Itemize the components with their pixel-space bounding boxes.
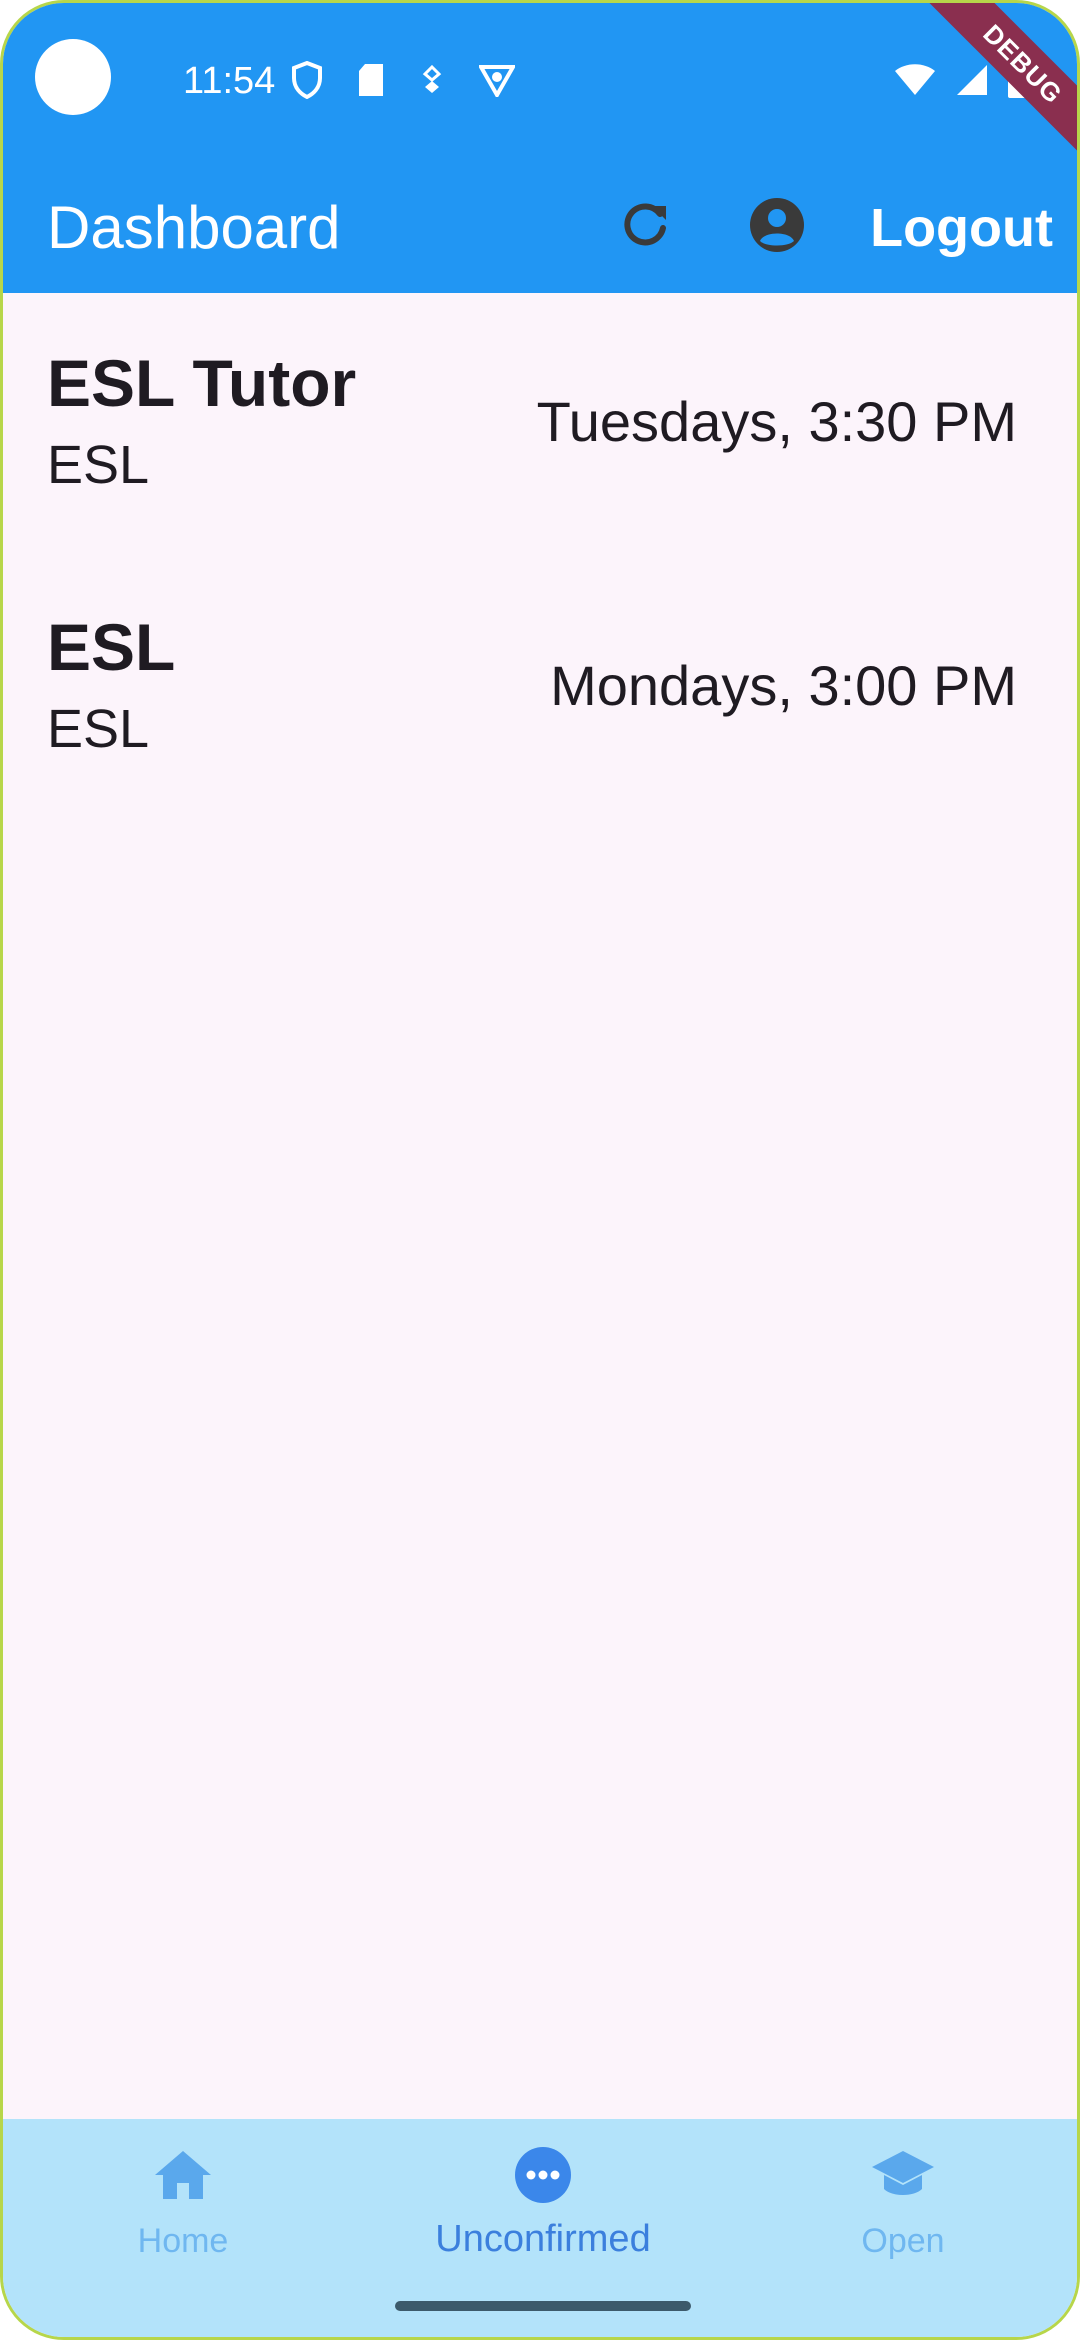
refresh-icon (618, 198, 672, 257)
heart-notification-icon (419, 64, 445, 101)
list-item[interactable]: ESL Tutor ESL Tuesdays, 3:30 PM (3, 293, 1077, 557)
account-button[interactable] (737, 187, 817, 267)
session-title: ESL (47, 610, 176, 684)
session-list: ESL Tutor ESL Tuesdays, 3:30 PM ESL ESL … (3, 293, 1077, 821)
page-title: Dashboard (47, 194, 341, 261)
phone-screen: 11:54 DEBUG Dashboard Logout ESL Tutor E… (0, 0, 1080, 2340)
status-time: 11:54 (183, 60, 276, 102)
camera-cutout (35, 39, 111, 115)
nav-label-open: Open (861, 2222, 945, 2260)
status-notification-icons (291, 60, 517, 104)
nav-item-home[interactable]: Home (53, 2139, 313, 2299)
session-schedule: Mondays, 3:00 PM (550, 654, 1017, 717)
wifi-icon (893, 63, 937, 102)
refresh-button[interactable] (605, 187, 685, 267)
status-bar: 11:54 DEBUG (3, 3, 1077, 173)
session-subject: ESL (47, 699, 150, 759)
session-schedule: Tuesdays, 3:30 PM (536, 390, 1017, 453)
nav-label-home: Home (137, 2222, 229, 2260)
shield-icon (291, 60, 323, 104)
nav-item-open[interactable]: Open (773, 2139, 1033, 2299)
graduation-cap-icon (867, 2139, 939, 2211)
sd-card-icon (357, 63, 385, 102)
gesture-home-indicator[interactable] (395, 2301, 691, 2311)
app-bar: Dashboard Logout (3, 163, 1077, 293)
session-subject: ESL (47, 435, 150, 495)
list-item[interactable]: ESL ESL Mondays, 3:00 PM (3, 557, 1077, 821)
session-title: ESL Tutor (47, 346, 357, 420)
bottom-navigation: Home Unconfirmed Open (3, 2119, 1077, 2337)
app-badge-icon (477, 63, 517, 102)
cellular-signal-icon (955, 63, 989, 102)
more-horizontal-circle-icon (507, 2139, 579, 2211)
account-circle-icon (748, 196, 806, 259)
nav-label-unconfirmed: Unconfirmed (435, 2218, 651, 2260)
logout-button[interactable]: Logout (870, 185, 1053, 271)
nav-item-unconfirmed[interactable]: Unconfirmed (413, 2139, 673, 2299)
home-icon (147, 2139, 219, 2211)
